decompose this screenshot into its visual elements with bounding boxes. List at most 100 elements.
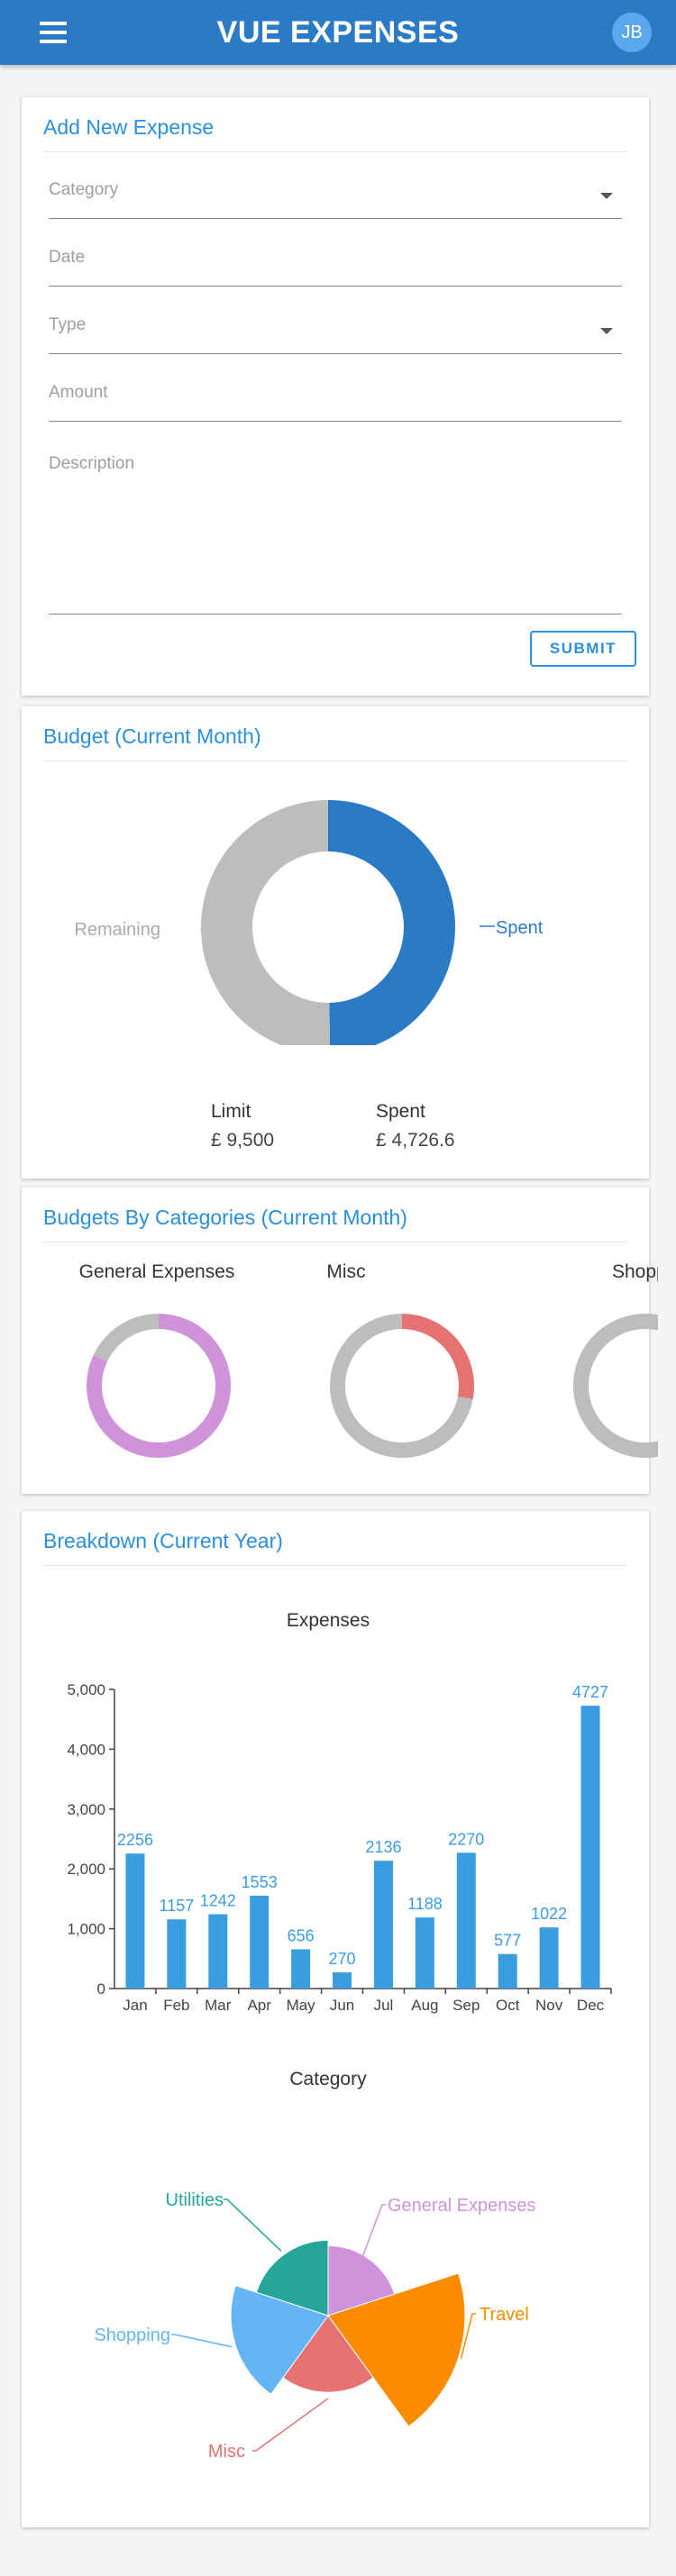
slice-label: Utilities bbox=[166, 2190, 224, 2210]
date-field[interactable]: Date bbox=[49, 248, 622, 287]
divider bbox=[43, 1565, 627, 1566]
x-tick-label: Apr bbox=[247, 1997, 271, 2014]
budget-card: Budget (Current Month) Remaining Spent L… bbox=[22, 706, 649, 1179]
divider bbox=[43, 760, 627, 761]
remaining-label: Remaining bbox=[74, 920, 160, 940]
x-tick-label: Oct bbox=[496, 1997, 520, 2014]
slice-leader-line bbox=[252, 2398, 329, 2452]
description-label: Description bbox=[49, 454, 135, 473]
bar[interactable] bbox=[539, 1927, 559, 1989]
bar[interactable] bbox=[333, 1972, 352, 1989]
x-tick-label: Jun bbox=[330, 1997, 354, 2014]
bar[interactable] bbox=[125, 1853, 145, 1989]
bar-chart-title: Expenses bbox=[287, 1610, 370, 1631]
y-tick-label: 0 bbox=[97, 1980, 105, 1998]
bar[interactable] bbox=[498, 1953, 517, 1989]
bar[interactable] bbox=[415, 1917, 434, 1989]
slice-label: General Expenses bbox=[388, 2196, 536, 2216]
user-avatar[interactable]: JB bbox=[612, 13, 652, 52]
bar-data-label: 577 bbox=[494, 1932, 521, 1950]
bar[interactable] bbox=[580, 1706, 600, 1989]
type-select[interactable]: Type bbox=[49, 315, 622, 354]
bar-data-label: 270 bbox=[329, 1950, 356, 1968]
slice-label: Misc bbox=[208, 2442, 245, 2462]
description-textarea[interactable]: Description bbox=[49, 454, 622, 616]
y-tick-label: 3,000 bbox=[67, 1801, 105, 1818]
bar-data-label: 4727 bbox=[572, 1683, 608, 1701]
bar-data-label: 656 bbox=[288, 1926, 315, 1944]
amount-label: Amount bbox=[49, 383, 108, 402]
x-tick-label: Jul bbox=[374, 1997, 394, 2014]
x-tick-label: Sep bbox=[452, 1997, 480, 2014]
slice-leader-line bbox=[224, 2198, 282, 2252]
donut-segment-remaining[interactable] bbox=[93, 1314, 159, 1362]
category-select[interactable]: Category bbox=[49, 180, 622, 219]
polar-chart-title: Category bbox=[289, 2069, 367, 2089]
category-donut-misc[interactable] bbox=[330, 1314, 474, 1458]
submit-button[interactable]: SUBMIT bbox=[530, 631, 636, 667]
budget-donut-chart: Remaining Spent bbox=[74, 800, 544, 1045]
card-title: Add New Expense bbox=[43, 115, 215, 139]
spent-value: £ 4,726.6 bbox=[376, 1130, 455, 1151]
bar[interactable] bbox=[373, 1861, 393, 1989]
bar[interactable] bbox=[456, 1852, 476, 1989]
bar-data-label: 1157 bbox=[160, 1897, 195, 1915]
y-tick-label: 1,000 bbox=[67, 1921, 105, 1938]
bar-data-label: 1188 bbox=[407, 1895, 443, 1913]
bar[interactable] bbox=[291, 1949, 311, 1989]
card-title: Breakdown (Current Year) bbox=[43, 1529, 283, 1552]
bar[interactable] bbox=[167, 1919, 187, 1989]
x-tick-label: Nov bbox=[535, 1997, 563, 2014]
add-expense-card: Add New Expense Category Date Type Amoun… bbox=[22, 97, 649, 696]
breakdown-card: Breakdown (Current Year) Expenses 0 1,000… bbox=[22, 1511, 649, 2527]
bar-chart-bars: 2256 1157 1242 1553 656 270 2136 1188 2270 577 102… bbox=[117, 1683, 608, 1989]
y-tick-label: 5,000 bbox=[67, 1681, 105, 1698]
bar-data-label: 2136 bbox=[365, 1838, 401, 1856]
slice-label: Travel bbox=[480, 2305, 529, 2325]
bar[interactable] bbox=[208, 1914, 228, 1989]
bar-data-label: 1242 bbox=[200, 1892, 236, 1910]
app-bar: VUE EXPENSES JB bbox=[0, 0, 676, 65]
type-label: Type bbox=[49, 315, 87, 334]
app-title: VUE EXPENSES bbox=[216, 15, 460, 50]
date-label: Date bbox=[49, 248, 86, 267]
category-budgets-card: Budgets By Categories (Current Month) Ge… bbox=[22, 1188, 658, 1494]
category-label: Category bbox=[49, 180, 119, 199]
card-title: Budget (Current Month) bbox=[43, 724, 261, 748]
spent-label: Spent bbox=[496, 918, 544, 938]
category-donut-shopping[interactable] bbox=[572, 1314, 658, 1458]
donut-segment-spent[interactable] bbox=[328, 800, 455, 1045]
y-tick-label: 2,000 bbox=[67, 1861, 105, 1878]
bar-data-label: 2256 bbox=[117, 1831, 153, 1849]
amount-field[interactable]: Amount bbox=[49, 383, 622, 422]
x-tick-label: Aug bbox=[411, 1997, 438, 2014]
bar-data-label: 1022 bbox=[531, 1905, 567, 1923]
x-tick-label: May bbox=[287, 1997, 316, 2014]
expenses-bar-chart: Expenses 0 1,000 2,000 3,000 4,000 5,000 Jan Fe… bbox=[67, 1610, 612, 2014]
category-donuts-carousel[interactable]: General Expenses Misc Shopping bbox=[49, 1251, 658, 1458]
spent-caption: Spent bbox=[376, 1101, 425, 1122]
x-tick-label: Jan bbox=[123, 1997, 147, 2014]
bar-data-label: 2270 bbox=[448, 1830, 484, 1848]
card-title: Budgets By Categories (Current Month) bbox=[43, 1206, 407, 1229]
x-tick-label: Feb bbox=[163, 1997, 189, 2014]
bar[interactable] bbox=[250, 1895, 269, 1989]
limit-caption: Limit bbox=[211, 1101, 251, 1122]
slice-leader-line bbox=[171, 2334, 233, 2348]
polar-chart-slices: General Expenses Travel Misc Shopping Utilit… bbox=[94, 2190, 535, 2462]
donut-segment-spent[interactable] bbox=[402, 1314, 474, 1399]
slice-label: Shopping bbox=[94, 2326, 170, 2345]
chevron-down-icon bbox=[600, 328, 613, 334]
divider bbox=[43, 151, 627, 152]
limit-value: £ 9,500 bbox=[211, 1130, 275, 1151]
donut-segment-remaining[interactable] bbox=[572, 1314, 658, 1458]
category-polar-chart: Category General Expenses Travel Misc Shopp… bbox=[94, 2069, 535, 2462]
bar-data-label: 1553 bbox=[242, 1873, 278, 1891]
x-tick-label: Mar bbox=[205, 1997, 232, 2014]
category-donuts bbox=[87, 1314, 658, 1458]
x-tick-label: Dec bbox=[577, 1997, 605, 2014]
chevron-down-icon bbox=[600, 193, 613, 199]
y-tick-label: 4,000 bbox=[67, 1741, 105, 1758]
donut-segment-remaining[interactable] bbox=[201, 800, 331, 1045]
category-donut-general-expenses[interactable] bbox=[87, 1314, 231, 1458]
